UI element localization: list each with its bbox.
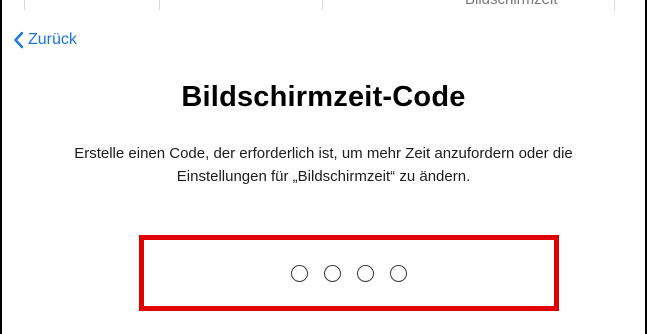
cut-off-title: Bildschirmzeit	[465, 0, 558, 8]
page-title: Bildschirmzeit-Code	[181, 81, 466, 113]
previous-screen-strip: Bildschirmzeit	[2, 0, 645, 10]
passcode-dot	[390, 264, 407, 282]
description-line: Einstellungen für „Bildschirmzeit“ zu än…	[176, 168, 471, 185]
back-button[interactable]: Zurück	[13, 29, 77, 51]
screen-frame: Bildschirmzeit Zurück Bildschirmzeit-Cod…	[0, 0, 647, 334]
description-line: Erstelle einen Code, der erforderlich is…	[74, 145, 573, 162]
passcode-highlight-box	[139, 235, 559, 311]
passcode-dot	[291, 264, 308, 282]
passcode-dot	[357, 264, 374, 282]
chevron-left-icon	[13, 31, 24, 49]
passcode-dot	[324, 264, 341, 282]
divider	[24, 0, 25, 10]
back-button-label: Zurück	[28, 31, 77, 48]
divider	[322, 0, 323, 10]
divider	[159, 0, 160, 10]
divider	[614, 0, 615, 10]
passcode-entry[interactable]	[144, 240, 554, 306]
description: Erstelle einen Code, der erforderlich is…	[22, 142, 625, 188]
